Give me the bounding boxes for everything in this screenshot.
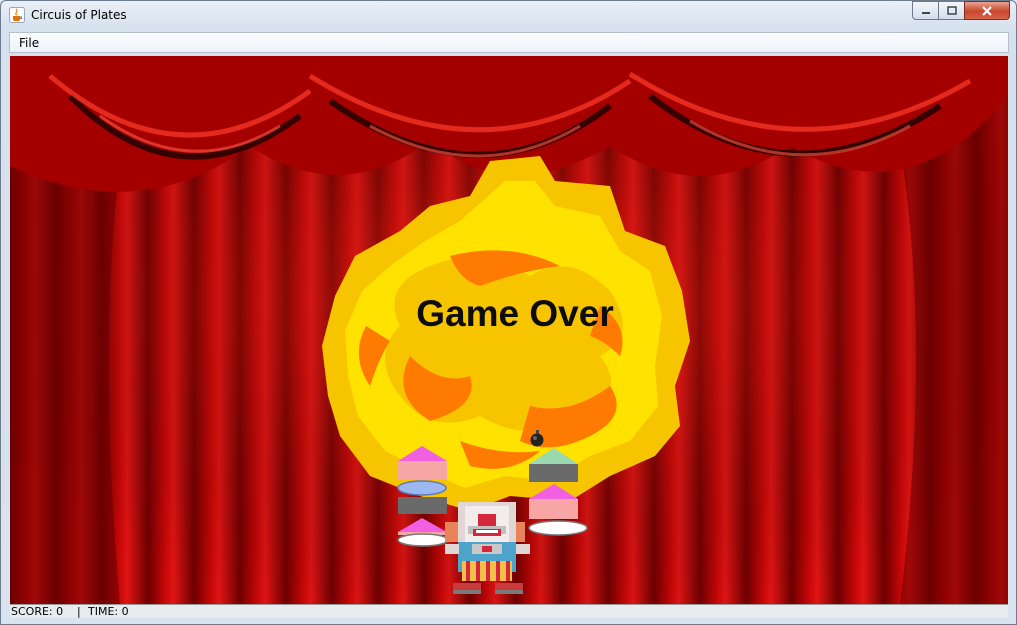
score-label: SCORE: 0 xyxy=(11,605,64,618)
window-controls xyxy=(912,1,1010,21)
time-label: TIME: 0 xyxy=(88,605,129,618)
java-cup-icon xyxy=(9,7,25,23)
minimize-button[interactable] xyxy=(912,1,938,20)
maximize-button[interactable] xyxy=(938,1,964,20)
status-bar: SCORE: 0 | TIME: 0 xyxy=(10,604,1008,618)
minimize-icon xyxy=(921,11,930,14)
title-bar[interactable]: Circuis of Plates xyxy=(1,1,1016,29)
close-icon xyxy=(982,5,992,16)
app-window: Circuis of Plates File Game Over SCORE: … xyxy=(0,0,1017,625)
game-over-text: Game Over xyxy=(416,293,614,334)
window-title: Circuis of Plates xyxy=(31,8,127,22)
menu-file[interactable]: File xyxy=(19,36,39,50)
menu-bar: File xyxy=(9,32,1009,53)
game-canvas[interactable]: Game Over xyxy=(10,56,1008,604)
status-separator: | xyxy=(77,605,81,618)
maximize-icon xyxy=(946,6,957,15)
close-button[interactable] xyxy=(964,1,1010,20)
